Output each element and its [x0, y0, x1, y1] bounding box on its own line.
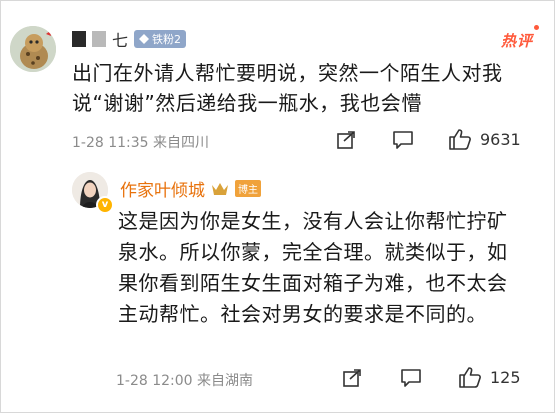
like-icon	[449, 129, 471, 150]
verified-icon: v	[96, 196, 114, 214]
comment-button[interactable]	[392, 130, 414, 150]
hot-label: 热评	[500, 32, 533, 50]
share-button[interactable]	[336, 130, 356, 150]
redacted-block	[72, 31, 86, 47]
comment-icon	[401, 369, 421, 387]
like-count: 125	[490, 367, 521, 387]
comment-author-row: 七 铁粉2	[72, 27, 187, 51]
like-button[interactable]: 125	[458, 366, 521, 388]
reply-author-row: 作家叶倾城 博主	[120, 176, 261, 201]
share-icon	[343, 369, 361, 387]
share-button[interactable]	[342, 368, 362, 388]
comment-text: 出门在外请人帮忙要明说，突然一个陌生人对我说“谢谢”然后递给我一瓶水，我也会懵	[72, 61, 503, 115]
comment-username[interactable]: 七	[112, 27, 128, 51]
redacted-block	[92, 31, 106, 47]
author-tag: 博主	[235, 180, 261, 197]
hot-comment-tag: 热评	[500, 25, 539, 51]
avatar[interactable]	[10, 26, 56, 72]
comment-button[interactable]	[400, 368, 422, 388]
like-count: 9631	[480, 129, 521, 149]
like-icon	[459, 367, 481, 388]
reply-username[interactable]: 作家叶倾城	[120, 176, 205, 201]
comment-meta: 1-28 11:35 来自四川	[72, 135, 210, 151]
crown-icon	[212, 182, 228, 195]
like-button[interactable]: 9631	[448, 128, 521, 150]
hot-dot-icon	[534, 25, 539, 30]
share-icon	[337, 131, 355, 149]
comment-icon	[393, 131, 413, 149]
badge-icon	[139, 34, 150, 44]
fan-badge-label: 铁粉2	[152, 33, 182, 46]
reply-meta: 1-28 12:00 来自湖南	[116, 373, 254, 389]
fan-badge: 铁粉2	[134, 30, 187, 48]
reply-text: 这是因为你是女生，没有人会让你帮忙拧矿泉水。所以你蒙，完全合理。就类似于，如果你…	[118, 209, 508, 326]
